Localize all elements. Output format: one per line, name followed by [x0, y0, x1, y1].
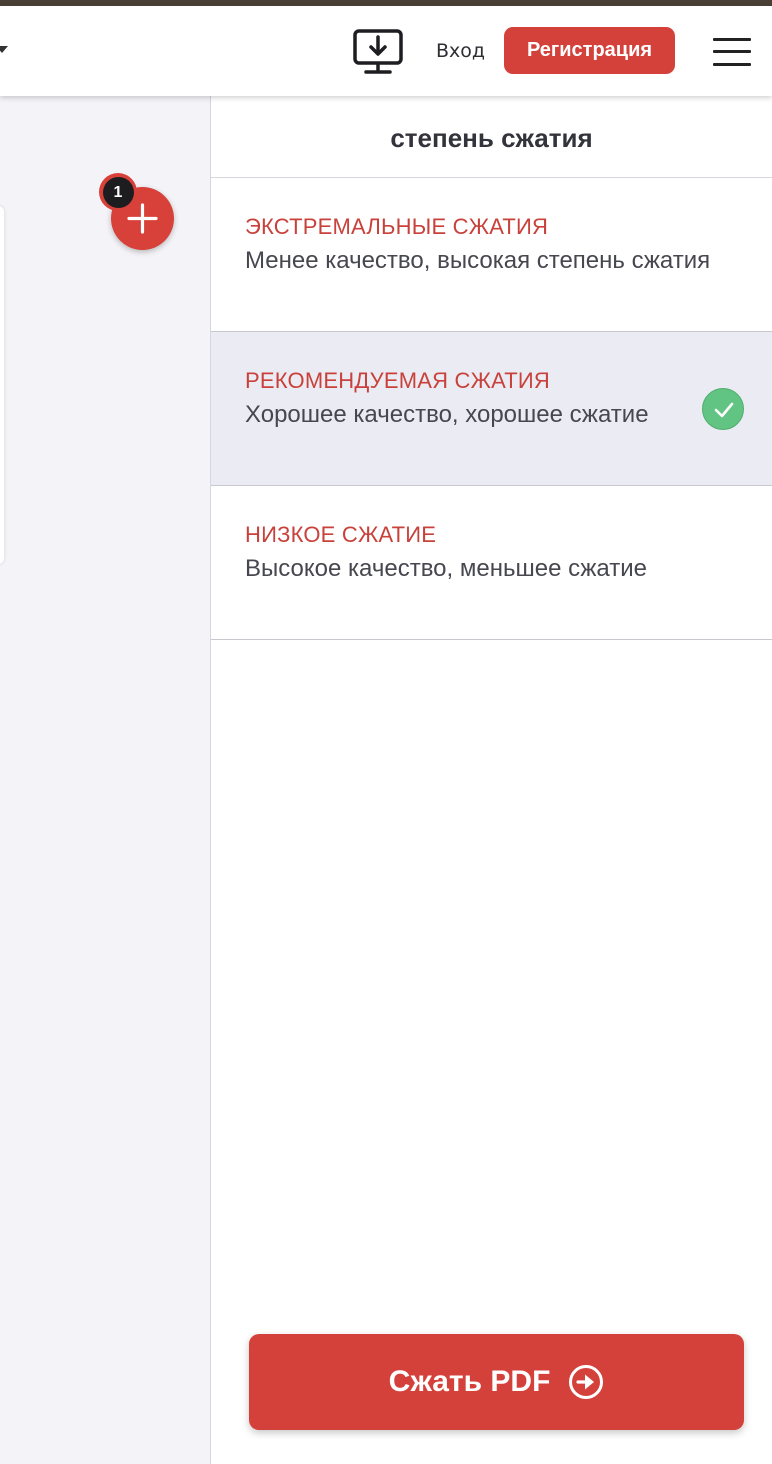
option-title: РЕКОМЕНДУЕМАЯ СЖАТИЯ: [245, 368, 551, 393]
hamburger-menu-icon[interactable]: [713, 38, 751, 66]
chevron-down-icon[interactable]: [0, 46, 8, 53]
option-recommended-compression[interactable]: РЕКОМЕНДУЕМАЯ СЖАТИЯ Хорошее качество, х…: [211, 332, 772, 486]
panel-title: степень сжатия: [211, 96, 772, 178]
files-pane: 1: [0, 96, 211, 1464]
option-low-compression[interactable]: НИЗКОЕ СЖАТИЕ Высокое качество, меньшее …: [211, 486, 772, 640]
option-description: Хорошее качество, хорошее сжатие: [245, 401, 649, 428]
check-icon: [702, 388, 744, 430]
file-count-badge: 1: [99, 173, 137, 211]
option-description: Высокое качество, меньшее сжатие: [245, 555, 647, 582]
plus-icon: [127, 203, 158, 234]
compression-panel: степень сжатия ЭКСТРЕМАЛЬНЫЕ СЖАТИЯ Мене…: [210, 96, 772, 1464]
top-header: Вход Регистрация: [0, 6, 772, 96]
register-button[interactable]: Регистрация: [504, 27, 675, 74]
login-link[interactable]: Вход: [436, 40, 485, 62]
compress-pdf-label: Сжать PDF: [388, 1365, 551, 1398]
arrow-right-circle-icon: [569, 1365, 604, 1399]
option-title: НИЗКОЕ СЖАТИЕ: [245, 522, 437, 547]
option-title: ЭКСТРЕМАЛЬНЫЕ СЖАТИЯ: [245, 214, 549, 239]
desktop-download-icon[interactable]: [352, 28, 404, 76]
compress-pdf-button[interactable]: Сжать PDF: [249, 1334, 744, 1430]
file-count: 1: [102, 176, 134, 208]
file-thumbnail-card[interactable]: [0, 206, 4, 564]
option-description: Менее качество, высокая степень сжатия: [245, 247, 711, 274]
option-extreme-compression[interactable]: ЭКСТРЕМАЛЬНЫЕ СЖАТИЯ Менее качество, выс…: [211, 178, 772, 332]
